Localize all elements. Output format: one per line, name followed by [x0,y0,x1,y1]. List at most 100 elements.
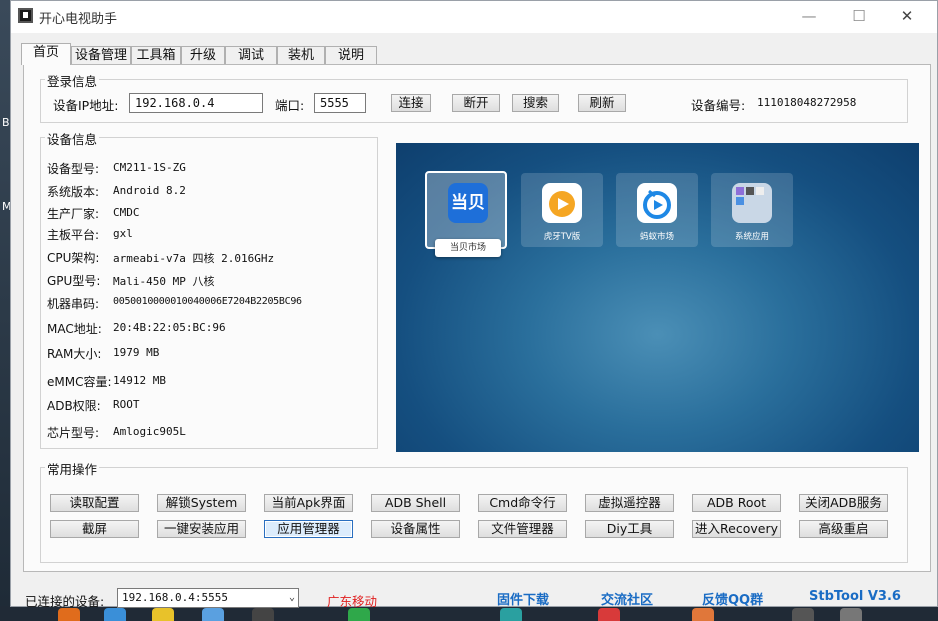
port-input[interactable]: 5555 [314,93,366,113]
tab-help[interactable]: 说明 [325,46,377,65]
info-key: 机器串码: [47,297,100,311]
carrier-label: 广东移动 [327,594,378,609]
virtual-remote-button[interactable]: 虚拟遥控器 [585,494,674,512]
connected-device-value: 192.168.0.4:5555 [122,591,228,604]
common-ops-group: 常用操作 读取配置 解锁System 当前Apk界面 ADB Shell Cmd… [40,459,908,563]
info-key: RAM大小: [47,347,102,361]
tv-screen-preview[interactable]: 当贝 当贝市场 虎牙TV版 蚂蚁市场 系统应用 [396,143,919,452]
ip-input[interactable]: 192.168.0.4 [129,93,263,113]
read-config-button[interactable]: 读取配置 [50,494,139,512]
tab-upgrade[interactable]: 升级 [181,46,225,65]
info-key: CPU架构: [47,251,100,265]
home-tab-page: 登录信息 设备IP地址: 192.168.0.4 端口: 5555 连接 断开 … [23,64,931,572]
close-adb-button[interactable]: 关闭ADB服务 [799,494,888,512]
taskbar [0,606,938,621]
disconnect-button[interactable]: 断开 [452,94,500,112]
info-value: CM211-1S-ZG [113,161,186,174]
taskbar-app-icon[interactable] [792,608,814,621]
taskbar-app-icon[interactable] [252,608,274,621]
device-props-button[interactable]: 设备属性 [371,520,460,538]
login-info-title: 登录信息 [45,71,100,90]
tv-app-system[interactable]: 系统应用 [711,173,793,247]
taskbar-app-icon[interactable] [202,608,224,621]
info-value: 1979 MB [113,346,160,359]
device-info-group: 设备信息 设备型号: CM211-1S-ZG 系统版本: Android 8.2… [40,129,378,449]
adb-shell-button[interactable]: ADB Shell [371,494,460,512]
info-key: 系统版本: [47,185,100,199]
stbtool-version-link[interactable]: StbTool V3.6 [809,589,901,604]
app-manager-button[interactable]: 应用管理器 [264,520,353,538]
enter-recovery-button[interactable]: 进入Recovery [692,520,781,538]
firmware-download-link[interactable]: 固件下载 [497,589,549,608]
close-button[interactable]: ✕ [887,5,927,27]
device-info-title: 设备信息 [45,129,100,148]
tab-debug[interactable]: 调试 [225,46,277,65]
dangbei-market-icon: 当贝 [448,183,488,223]
info-key: ADB权限: [47,399,101,413]
info-key: eMMC容量: [47,375,112,389]
chevron-down-icon[interactable]: ⌄ [289,589,295,607]
tv-app-huya[interactable]: 虎牙TV版 [521,173,603,247]
current-apk-button[interactable]: 当前Apk界面 [264,494,353,512]
one-click-install-button[interactable]: 一键安装应用 [157,520,246,538]
connected-device-label: 已连接的设备: [25,594,105,609]
info-key: 主板平台: [47,228,100,242]
unlock-system-button[interactable]: 解锁System [157,494,246,512]
screenshot-button[interactable]: 截屏 [50,520,139,538]
taskbar-app-icon[interactable] [598,608,620,621]
search-button[interactable]: 搜索 [512,94,559,112]
port-label: 端口: [275,98,305,113]
window-title: 开心电视助手 [39,12,118,27]
info-value: 20:4B:22:05:BC:96 [113,321,226,334]
taskbar-app-icon[interactable] [104,608,126,621]
status-bar: 已连接的设备: 192.168.0.4:5555 ⌄ 广东移动 固件下载 交流社… [11,584,937,609]
tab-install[interactable]: 装机 [277,46,325,65]
info-value: 14912 MB [113,374,166,387]
device-no-label: 设备编号: [691,98,746,113]
tab-device-manage[interactable]: 设备管理 [71,46,131,65]
info-key: 设备型号: [47,162,100,176]
tv-focused-app-label: 当贝市场 [435,239,501,257]
info-value: armeabi-v7a 四核 2.016GHz [113,252,275,265]
tv-app-mayi[interactable]: 蚂蚁市场 [616,173,698,247]
maximize-button[interactable]: ☐ [839,5,879,27]
taskbar-app-icon[interactable] [840,608,862,621]
info-value: 0050010000010040006E7204B2205BC96 [113,296,302,307]
system-apps-icon [732,183,772,223]
advanced-reboot-button[interactable]: 高级重启 [799,520,888,538]
info-value: Mali-450 MP 八核 [113,275,215,288]
info-value: CMDC [113,206,140,219]
community-link[interactable]: 交流社区 [601,589,653,608]
info-value: Android 8.2 [113,184,186,197]
huya-tv-icon [542,183,582,223]
cmd-button[interactable]: Cmd命令行 [478,494,567,512]
ant-market-icon [637,183,677,223]
connected-device-select[interactable]: 192.168.0.4:5555 ⌄ [117,588,299,608]
tv-app-name: 系统应用 [734,232,769,242]
refresh-button[interactable]: 刷新 [578,94,626,112]
taskbar-app-icon[interactable] [500,608,522,621]
info-value: Amlogic905L [113,425,186,438]
tab-toolbox[interactable]: 工具箱 [131,46,181,65]
info-key: GPU型号: [47,274,101,288]
tv-app-dangbei[interactable]: 当贝 当贝市场 [425,171,507,257]
ip-label: 设备IP地址: [53,98,119,113]
file-manager-button[interactable]: 文件管理器 [478,520,567,538]
taskbar-app-icon[interactable] [692,608,714,621]
login-info-group: 登录信息 设备IP地址: 192.168.0.4 端口: 5555 连接 断开 … [40,71,908,123]
tv-app-name: 蚂蚁市场 [639,232,674,242]
tab-home[interactable]: 首页 [21,43,71,65]
taskbar-app-icon[interactable] [152,608,174,621]
info-key: 芯片型号: [47,426,100,440]
main-window: 开心电视助手 — ☐ ✕ 首页 设备管理 工具箱 升级 调试 装机 说明 登录信… [10,0,938,609]
feedback-qq-link[interactable]: 反馈QQ群 [702,589,763,608]
desktop-glyph: B [2,116,10,129]
diy-tools-button[interactable]: Diy工具 [585,520,674,538]
connect-button[interactable]: 连接 [391,94,431,112]
common-ops-title: 常用操作 [45,459,100,478]
app-logo-icon [18,8,33,23]
title-bar[interactable]: 开心电视助手 — ☐ ✕ [11,1,937,33]
info-value: ROOT [113,398,140,411]
minimize-button[interactable]: — [789,5,829,27]
adb-root-button[interactable]: ADB Root [692,494,781,512]
